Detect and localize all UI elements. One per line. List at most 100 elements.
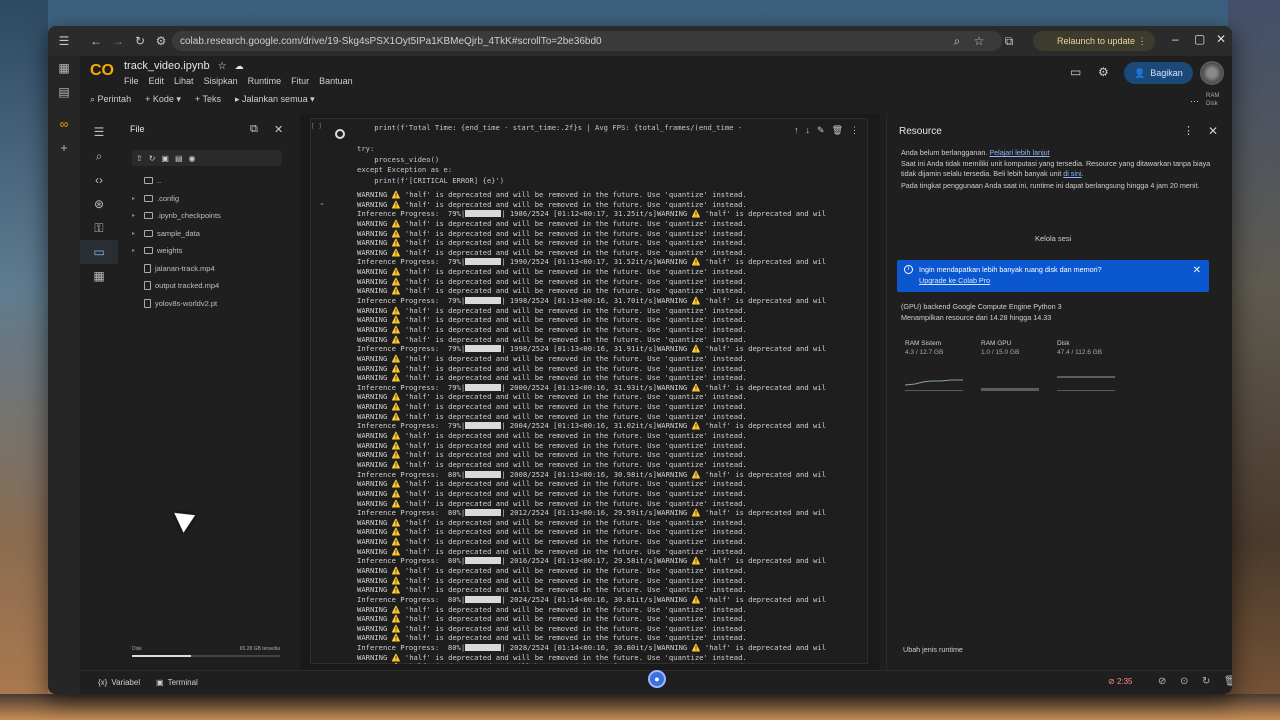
- menu-view[interactable]: Lihat: [174, 76, 194, 86]
- settings-gear-icon[interactable]: ⚙: [1098, 65, 1109, 79]
- avatar[interactable]: [1200, 61, 1224, 85]
- more-actions-icon[interactable]: ⋯: [1190, 96, 1199, 107]
- progress-suffix: | 2028/2524 [01:14<00:16, 30.80it/s]WARN…: [501, 643, 827, 653]
- key-icon[interactable]: ⚿: [80, 216, 118, 240]
- back-icon[interactable]: ←: [85, 30, 107, 52]
- file-tree-item[interactable]: jalanan-track.mp4: [132, 260, 221, 278]
- expand-arrow-icon[interactable]: ▸: [132, 247, 140, 254]
- history-icon[interactable]: ⊙: [1180, 676, 1188, 687]
- share-button[interactable]: 👤 Bagikan: [1124, 62, 1193, 84]
- relaunch-button[interactable]: Relaunch to update ⋮: [1033, 31, 1155, 51]
- data-table-icon[interactable]: ▦: [80, 264, 118, 288]
- expand-arrow-icon[interactable]: ▸: [132, 230, 140, 237]
- bookmark-star-icon[interactable]: ☆: [968, 30, 990, 52]
- file-tree-item[interactable]: ▸ .config: [132, 190, 221, 208]
- upgrade-pro-link[interactable]: Upgrade ke Colab Pro: [919, 275, 1209, 286]
- open-in-tab-icon[interactable]: ⧉: [250, 123, 258, 136]
- ram-disk-indicator[interactable]: RAM Disk: [1206, 92, 1219, 108]
- interrupt-icon[interactable]: ⊘: [1158, 676, 1166, 687]
- address-bar[interactable]: colab.research.google.com/drive/19-Skg4s…: [172, 31, 1002, 51]
- file-tree-item[interactable]: ..: [132, 172, 221, 190]
- resources-close-icon[interactable]: ✕: [1208, 124, 1218, 138]
- new-folder-icon[interactable]: ▣: [161, 154, 169, 163]
- file-tree-item[interactable]: ▸ .ipynb_checkpoints: [132, 207, 221, 225]
- forward-icon[interactable]: →: [107, 30, 129, 52]
- progress-line: Inference Progress: 80%| | 2016/2524 [01:…: [357, 556, 865, 566]
- drive-icon[interactable]: ☁: [235, 61, 244, 72]
- code-cell[interactable]: [ ] ↑ ↓ ✎ 🗑 ⋮ print(f'Total Time: {end_t…: [310, 118, 868, 664]
- close-panel-icon[interactable]: ✕: [274, 123, 283, 136]
- upload-icon[interactable]: ⇧: [136, 154, 143, 163]
- progress-line: Inference Progress: 80%| | 2012/2524 [01:…: [357, 508, 865, 518]
- menu-icon[interactable]: ☰: [53, 30, 75, 52]
- notebook-title[interactable]: track_video.ipynb: [124, 60, 210, 72]
- site-info-icon[interactable]: ⚙: [150, 30, 172, 52]
- refresh-icon[interactable]: ↻: [149, 154, 156, 163]
- alert-text: Ingin mendapatkan lebih banyak ruang dis…: [919, 265, 1102, 274]
- progress-bar: [465, 258, 502, 266]
- cell-more-icon[interactable]: ⋮: [850, 125, 859, 136]
- expand-arrow-icon[interactable]: ▸: [132, 195, 140, 202]
- file-tree-item[interactable]: output tracked.mp4: [132, 277, 221, 295]
- colab-logo-icon[interactable]: CO: [90, 62, 114, 84]
- collapse-output-icon[interactable]: ⌄: [319, 199, 325, 207]
- file-tree-item[interactable]: ▸ weights: [132, 242, 221, 260]
- minimize-icon[interactable]: –: [1172, 32, 1179, 46]
- find-icon[interactable]: ⌕: [80, 144, 118, 168]
- warning-line: WARNING ⚠️ 'half' is deprecated and will…: [357, 324, 747, 334]
- resources-more-icon[interactable]: ⋮: [1183, 124, 1194, 137]
- show-hidden-icon[interactable]: ◉: [189, 154, 196, 163]
- restart-icon[interactable]: ↻: [1202, 676, 1210, 687]
- variables-button[interactable]: {x} Variabel: [98, 678, 140, 687]
- notebook-toolbar: ⌕ Perintah + Kode ▾ + Teks ▸ Jalankan se…: [90, 94, 315, 105]
- secrets-icon[interactable]: ⊛: [80, 192, 118, 216]
- change-runtime-link[interactable]: Ubah jenis runtime: [903, 645, 963, 654]
- alert-close-icon[interactable]: ✕: [1193, 265, 1201, 276]
- info-icon: i: [904, 265, 913, 274]
- learn-more-link[interactable]: Pelajari lebih lanjut: [989, 148, 1049, 157]
- warning-line: WARNING ⚠️ 'half' is deprecated and will…: [357, 537, 747, 547]
- code-editor[interactable]: print(f'Total Time: {end_time - start_ti…: [357, 123, 823, 186]
- files-toolbar: ⇧ ↻ ▣ ▤ ◉: [132, 150, 282, 166]
- colab-shortcut-icon[interactable]: ∞: [48, 112, 80, 136]
- reading-icon[interactable]: ▤: [48, 80, 80, 104]
- run-all-button[interactable]: ▸ Jalankan semua ▾: [235, 94, 315, 105]
- gpu-ram-sparkline: [981, 363, 1039, 391]
- delete-icon[interactable]: 🗑: [832, 125, 843, 136]
- reload-icon[interactable]: ↻: [129, 30, 151, 52]
- menu-insert[interactable]: Sisipkan: [204, 76, 238, 86]
- warning-line: WARNING ⚠️ 'half' is deprecated and will…: [357, 199, 747, 209]
- restore-icon[interactable]: ▢: [1194, 32, 1205, 46]
- file-tree-item[interactable]: ▸ sample_data: [132, 225, 221, 243]
- screen-recorder-icon[interactable]: ●: [648, 670, 666, 688]
- comments-icon[interactable]: ▭: [1070, 65, 1081, 79]
- files-folder-icon[interactable]: ▭: [80, 240, 118, 264]
- expand-arrow-icon[interactable]: ▸: [132, 212, 140, 219]
- mount-drive-icon[interactable]: ▤: [175, 154, 183, 163]
- buy-here-link[interactable]: di sini: [1063, 169, 1081, 178]
- menu-runtime[interactable]: Runtime: [248, 76, 282, 86]
- zoom-icon[interactable]: ⌕: [946, 30, 968, 52]
- code-snippets-icon[interactable]: ‹›: [80, 168, 118, 192]
- add-text-button[interactable]: + Teks: [195, 94, 221, 105]
- warning-line: WARNING ⚠️ 'half' is deprecated and will…: [357, 218, 747, 228]
- trash-icon[interactable]: 🗑: [1224, 676, 1232, 687]
- close-window-icon[interactable]: ✕: [1216, 32, 1226, 46]
- menu-edit[interactable]: Edit: [149, 76, 165, 86]
- extensions-icon[interactable]: ⧉: [998, 30, 1020, 52]
- menu-tools[interactable]: Fitur: [291, 76, 309, 86]
- terminal-button[interactable]: ▣ Terminal: [156, 678, 198, 687]
- menu-file[interactable]: File: [124, 76, 139, 86]
- toc-icon[interactable]: ☰: [80, 120, 118, 144]
- menu-help[interactable]: Bantuan: [319, 76, 353, 86]
- manage-sessions-link[interactable]: Kelola sesi: [1035, 234, 1071, 243]
- progress-bar: [465, 297, 502, 305]
- star-icon[interactable]: ☆: [218, 61, 227, 72]
- stop-cell-icon[interactable]: [335, 129, 345, 139]
- add-code-button[interactable]: + Kode ▾: [145, 94, 181, 105]
- ram-sparkline-svg: [904, 379, 963, 386]
- command-palette-button[interactable]: ⌕ Perintah: [90, 94, 131, 105]
- add-shortcut-icon[interactable]: +: [48, 136, 80, 160]
- apps-icon[interactable]: ▦: [48, 56, 80, 80]
- file-tree-item[interactable]: yolov8s-worldv2.pt: [132, 295, 221, 313]
